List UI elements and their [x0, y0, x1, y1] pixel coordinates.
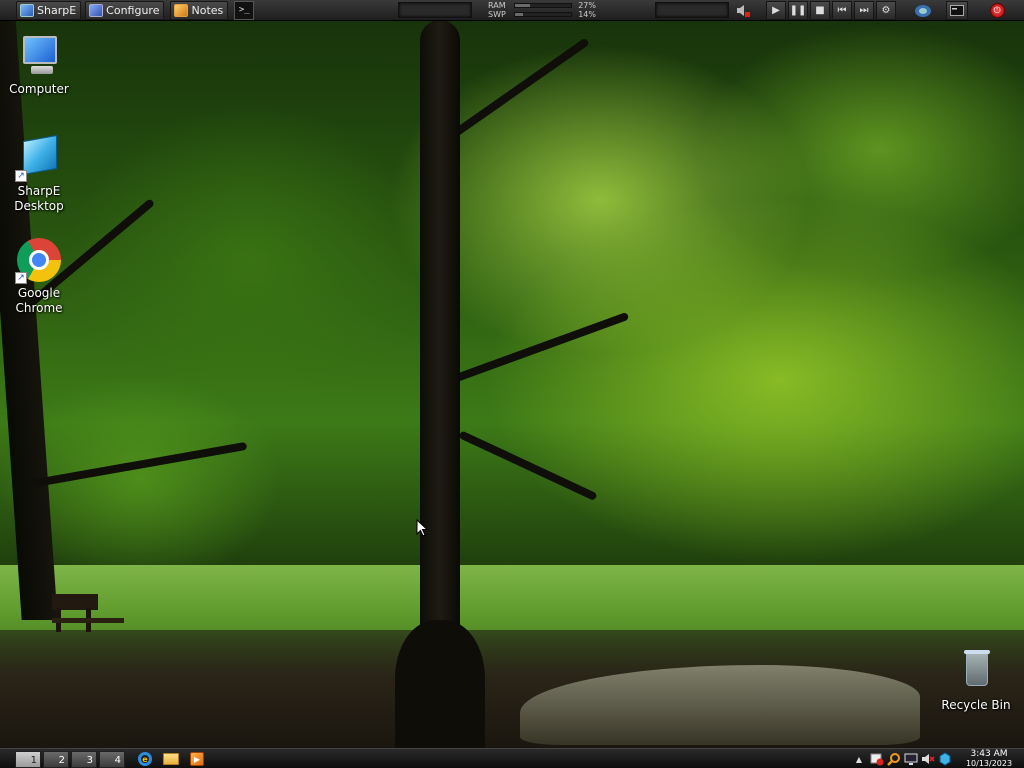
display-icon[interactable] [903, 751, 919, 767]
notes-label: Notes [191, 3, 224, 17]
wallpaper-tree-base [395, 620, 485, 750]
swp-bar [514, 12, 572, 17]
desktop-icon-sharpe-desktop[interactable]: ↗ SharpE Desktop [1, 134, 77, 214]
sharpe-label: SharpE [37, 3, 77, 17]
workspace-1-button[interactable]: 1 [15, 751, 41, 768]
network-icon[interactable] [912, 1, 934, 20]
console-icon[interactable] [946, 1, 968, 20]
wallpaper-branch [437, 37, 590, 148]
mouse-pointer-icon [416, 518, 429, 540]
desktop-icon-computer[interactable]: Computer [1, 32, 77, 97]
sharpe-button[interactable]: SharpE [16, 0, 82, 20]
computer-icon [15, 32, 63, 80]
desktop-icon-google-chrome[interactable]: ↗ Google Chrome [1, 236, 77, 316]
play-icon[interactable]: ▶ [766, 1, 786, 20]
shortcut-arrow-icon: ↗ [15, 170, 27, 182]
internet-explorer-button[interactable]: e [134, 750, 156, 768]
wallpaper-bench [52, 594, 124, 634]
clock-time: 3:43 AM [970, 749, 1008, 759]
stop-icon[interactable]: ■ [810, 1, 830, 20]
network-warning-icon[interactable] [869, 751, 885, 767]
terminal-icon: >_ [238, 5, 250, 15]
swp-label: SWP [488, 10, 506, 19]
workspace-label: 2 [58, 755, 65, 766]
notes-button[interactable]: Notes [170, 0, 229, 20]
taskbar: 1 2 3 4 e ▶ ▲ 3:43 AM 10/13/2023 [0, 748, 1024, 768]
workspace-2-button[interactable]: 2 [43, 751, 69, 768]
workspace-label: 4 [114, 755, 121, 766]
ram-percent: 27% [578, 1, 596, 10]
clock-date: 10/13/2023 [965, 759, 1013, 768]
taskbar-clock[interactable]: 3:43 AM 10/13/2023 [962, 749, 1016, 768]
internet-explorer-icon: e [138, 752, 152, 766]
desktop-wallpaper[interactable] [0, 0, 1024, 768]
desktop-icon-label: Recycle Bin [941, 698, 1011, 712]
workspace-3-button[interactable]: 3 [71, 751, 97, 768]
memory-monitor: RAM 27% SWP 14% [488, 1, 600, 20]
ram-bar-fill [515, 4, 531, 7]
desktop-icon-recycle-bin[interactable]: Recycle Bin [938, 648, 1014, 713]
configure-button[interactable]: Configure [85, 0, 165, 20]
terminal-button[interactable]: >_ [234, 0, 255, 20]
power-button[interactable]: ⏻ [986, 1, 1008, 20]
volume-muted-icon[interactable] [733, 1, 753, 20]
media-player-button[interactable]: ▶ [186, 750, 208, 768]
recycle-bin-icon [952, 648, 1000, 696]
search-icon[interactable] [886, 751, 902, 767]
next-icon[interactable]: ⏭ [854, 1, 874, 20]
tray-expand-icon[interactable]: ▲ [853, 751, 865, 767]
swp-bar-fill [515, 13, 523, 16]
configure-label: Configure [106, 3, 160, 17]
workspace-4-button[interactable]: 4 [99, 751, 125, 768]
ram-bar [514, 3, 572, 8]
wallpaper-branch [29, 441, 248, 488]
file-explorer-button[interactable] [160, 750, 182, 768]
volume-slider[interactable] [655, 2, 729, 18]
media-player-icon: ▶ [190, 752, 204, 766]
notes-icon [174, 3, 189, 17]
previous-icon[interactable]: ⏮ [832, 1, 852, 20]
shortcut-arrow-icon: ↗ [15, 272, 27, 284]
wallpaper-branch [458, 430, 598, 502]
power-icon: ⏻ [989, 3, 1005, 18]
workspace-label: 1 [30, 755, 37, 766]
sharpe-icon [20, 3, 34, 17]
configure-icon [89, 3, 104, 17]
desktop-icon-label: Computer [9, 82, 69, 96]
app-cube-icon[interactable] [937, 751, 953, 767]
ram-label: RAM [488, 1, 506, 10]
sharpe-desktop-icon: ↗ [15, 134, 63, 182]
speaker-muted-icon[interactable] [920, 751, 936, 767]
pause-icon[interactable]: ❚❚ [788, 1, 808, 20]
wallpaper-branch [438, 311, 630, 388]
swp-percent: 14% [578, 10, 596, 19]
file-explorer-icon [163, 753, 179, 765]
cpu-graph [398, 2, 472, 18]
desktop-icon-label: SharpE Desktop [14, 184, 64, 213]
chrome-icon: ↗ [15, 236, 63, 284]
media-settings-icon[interactable]: ⚙ [876, 1, 896, 20]
workspace-label: 3 [86, 755, 93, 766]
desktop-icon-label: Google Chrome [15, 286, 63, 315]
